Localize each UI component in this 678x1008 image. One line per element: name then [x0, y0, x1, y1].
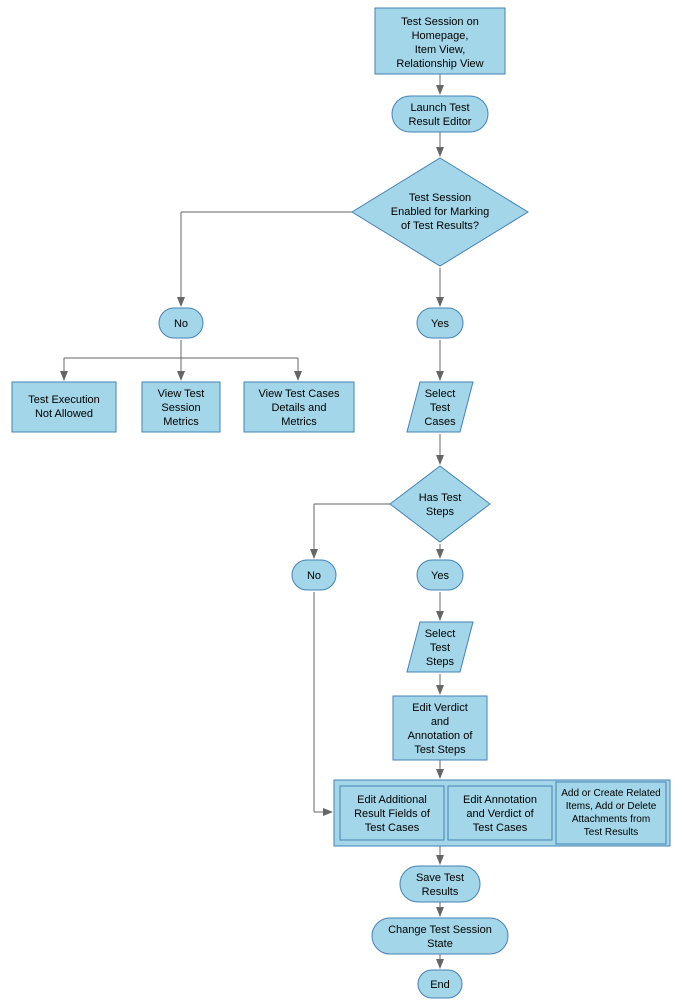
svg-text:Metrics: Metrics	[163, 416, 199, 428]
node-view-testcase-details: View Test Cases Details and Metrics	[244, 382, 354, 432]
svg-text:and Verdict of: and Verdict of	[466, 808, 534, 820]
node-decision-has-steps: Has Test Steps	[390, 466, 490, 542]
svg-text:View Test: View Test	[158, 388, 205, 400]
node-change-state: Change Test Session State	[372, 918, 508, 954]
flowchart-diagram: Test Session on Homepage, Item View, Rel…	[0, 0, 678, 1008]
svg-text:View Test Cases: View Test Cases	[259, 388, 340, 400]
svg-text:Select: Select	[425, 388, 456, 400]
node-subprocess-container: Edit Additional Result Fields of Test Ca…	[334, 780, 670, 846]
svg-text:and: and	[431, 716, 449, 728]
svg-text:Add or Create Related: Add or Create Related	[561, 788, 661, 799]
svg-text:Select: Select	[425, 628, 456, 640]
svg-text:Steps: Steps	[426, 506, 455, 518]
svg-text:Items, Add or Delete: Items, Add or Delete	[566, 801, 657, 812]
svg-text:Attachments from: Attachments from	[572, 814, 650, 825]
svg-text:End: End	[430, 979, 450, 991]
svg-text:Metrics: Metrics	[281, 416, 317, 428]
node-exec-not-allowed: Test Execution Not Allowed	[12, 382, 116, 432]
svg-text:Test: Test	[430, 402, 450, 414]
svg-text:Launch Test: Launch Test	[410, 102, 469, 114]
svg-text:Results: Results	[422, 886, 459, 898]
svg-text:of Test Results?: of Test Results?	[401, 220, 479, 232]
svg-text:Enabled for Marking: Enabled for Marking	[391, 206, 489, 218]
svg-text:Not Allowed: Not Allowed	[35, 408, 93, 420]
svg-text:Test Session: Test Session	[409, 192, 471, 204]
node-view-session-metrics: View Test Session Metrics	[142, 382, 220, 432]
svg-text:Edit Additional: Edit Additional	[357, 794, 427, 806]
svg-text:Result Editor: Result Editor	[409, 116, 472, 128]
svg-text:Save Test: Save Test	[416, 872, 464, 884]
svg-text:Result Fields of: Result Fields of	[354, 808, 431, 820]
node-end: End	[418, 970, 462, 998]
svg-text:Item View,: Item View,	[415, 44, 466, 56]
node-save-results: Save Test Results	[400, 866, 480, 902]
svg-text:Change Test Session: Change Test Session	[388, 924, 492, 936]
node-edit-verdict-steps: Edit Verdict and Annotation of Test Step…	[393, 696, 487, 760]
svg-text:Homepage,: Homepage,	[412, 30, 469, 42]
node-select-steps: Select Test Steps	[407, 622, 473, 672]
svg-text:Test Results: Test Results	[584, 827, 638, 838]
svg-text:Test Execution: Test Execution	[28, 394, 100, 406]
svg-text:No: No	[307, 570, 321, 582]
svg-text:Test Steps: Test Steps	[414, 744, 466, 756]
svg-text:Relationship View: Relationship View	[396, 58, 483, 70]
svg-text:Details and: Details and	[271, 402, 326, 414]
node-no-1: No	[159, 308, 203, 338]
svg-text:Yes: Yes	[431, 570, 449, 582]
node-yes-1: Yes	[417, 308, 463, 338]
svg-text:No: No	[174, 318, 188, 330]
node-no-2: No	[292, 560, 336, 590]
node-select-cases: Select Test Cases	[407, 382, 473, 432]
svg-text:Test Cases: Test Cases	[473, 822, 528, 834]
svg-text:Edit Verdict: Edit Verdict	[412, 702, 468, 714]
svg-text:Test: Test	[430, 642, 450, 654]
svg-text:Yes: Yes	[431, 318, 449, 330]
svg-text:Annotation of: Annotation of	[408, 730, 474, 742]
node-yes-2: Yes	[417, 560, 463, 590]
svg-text:Session: Session	[161, 402, 200, 414]
svg-text:Test Session on: Test Session on	[401, 16, 479, 28]
svg-text:Edit Annotation: Edit Annotation	[463, 794, 537, 806]
svg-text:Test Cases: Test Cases	[365, 822, 420, 834]
svg-text:Cases: Cases	[424, 416, 456, 428]
node-launch: Launch Test Result Editor	[392, 96, 488, 132]
svg-text:Has Test: Has Test	[419, 492, 462, 504]
svg-text:Steps: Steps	[426, 656, 455, 668]
svg-text:State: State	[427, 938, 453, 950]
node-decision-enabled: Test Session Enabled for Marking of Test…	[352, 158, 528, 266]
node-start: Test Session on Homepage, Item View, Rel…	[375, 8, 505, 74]
